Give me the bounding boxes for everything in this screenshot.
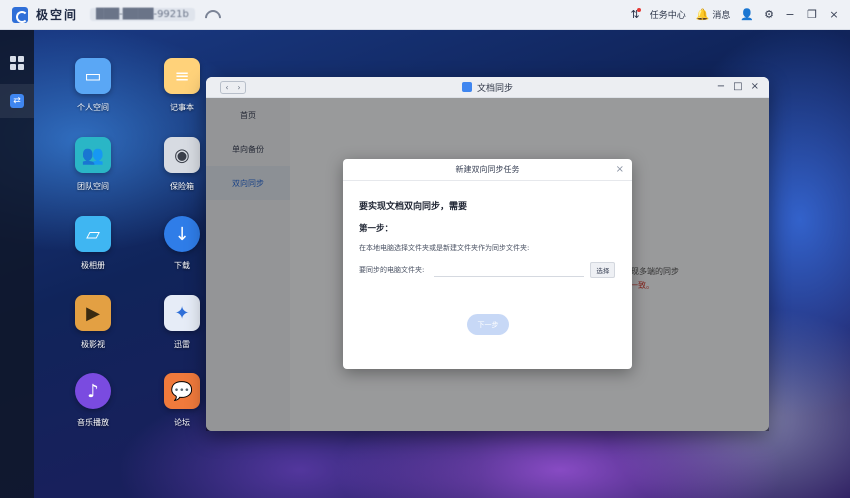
restore-button[interactable]: ❐ bbox=[806, 8, 818, 21]
device-id: ███-████-9921b bbox=[90, 8, 195, 21]
music-note-icon: ♪ bbox=[75, 373, 111, 409]
safe-icon: ◉ bbox=[164, 137, 200, 173]
notepad-icon: ≡ bbox=[164, 58, 200, 94]
app-grid-button[interactable] bbox=[0, 46, 34, 80]
desktop-icon-personal-space[interactable]: ▭ 个人空间 bbox=[58, 58, 128, 113]
forward-button[interactable]: › bbox=[233, 82, 245, 93]
window-titlebar: ‹ › 文档同步 − □ × bbox=[206, 77, 769, 98]
dialog-header: 新建双向同步任务 × bbox=[343, 159, 632, 181]
desktop-icon-photo-album[interactable]: ▱ 极相册 bbox=[58, 216, 128, 271]
wifi-icon bbox=[205, 10, 217, 20]
app-grid-icon bbox=[10, 56, 24, 70]
close-button[interactable]: × bbox=[828, 8, 840, 21]
window-title: 文档同步 bbox=[476, 83, 513, 94]
team-folder-icon: 👥 bbox=[75, 137, 111, 173]
folder-path-input[interactable] bbox=[434, 263, 585, 277]
app-logo-icon bbox=[12, 6, 28, 23]
folder-icon: ▭ bbox=[75, 58, 111, 94]
step-description: 在本地电脑选择文件夹或是新建文件夹作为同步文件夹: bbox=[359, 244, 530, 252]
gear-icon[interactable]: ⚙ bbox=[764, 9, 774, 20]
desktop-icon-music[interactable]: ♪ 音乐播放 bbox=[58, 373, 128, 428]
left-dock: ⇄ bbox=[0, 30, 34, 498]
folder-field-label: 要同步的电脑文件夹: bbox=[359, 266, 425, 274]
back-button[interactable]: ‹ bbox=[221, 82, 233, 93]
messages-button[interactable]: 🔔 消息 bbox=[696, 8, 731, 21]
xunlei-bird-icon: ✦ bbox=[164, 295, 200, 331]
photo-album-icon: ▱ bbox=[75, 216, 111, 252]
notification-dot bbox=[636, 7, 641, 12]
forum-chat-icon: 💬 bbox=[164, 373, 200, 409]
new-two-way-sync-dialog: 新建双向同步任务 × 要实现文档双向同步，需要 第一步： 在本地电脑选择文件夹或… bbox=[343, 159, 632, 369]
task-center-label: 任务中心 bbox=[649, 11, 686, 21]
task-center-button[interactable]: ⇅ 任务中心 bbox=[630, 7, 686, 21]
bell-icon: 🔔 bbox=[695, 8, 710, 21]
next-step-button[interactable]: 下一步 bbox=[467, 314, 509, 335]
nav-buttons: ‹ › bbox=[220, 81, 246, 94]
desktop-icon-team-space[interactable]: 👥 团队空间 bbox=[58, 137, 128, 192]
doc-sync-icon: ⇄ bbox=[10, 94, 24, 108]
window-maximize-button[interactable]: □ bbox=[733, 81, 742, 92]
top-bar: 极空间 ███-████-9921b ⇅ 任务中心 🔔 消息 👤 ⚙ − ❐ × bbox=[0, 0, 850, 30]
minimize-button[interactable]: − bbox=[784, 8, 796, 21]
dialog-close-icon[interactable]: × bbox=[616, 164, 624, 175]
download-globe-icon: ↓ bbox=[164, 216, 200, 252]
dialog-title: 新建双向同步任务 bbox=[455, 165, 520, 174]
video-icon: ▶ bbox=[75, 295, 111, 331]
doc-sync-title-icon bbox=[461, 82, 472, 92]
step-label: 第一步： bbox=[359, 224, 394, 234]
window-close-button[interactable]: × bbox=[751, 81, 759, 92]
window-minimize-button[interactable]: − bbox=[717, 81, 725, 92]
brand-name: 极空间 bbox=[36, 8, 79, 22]
choose-folder-button[interactable]: 选择 bbox=[590, 262, 616, 278]
user-icon[interactable]: 👤 bbox=[740, 9, 754, 20]
messages-label: 消息 bbox=[712, 11, 731, 21]
doc-sync-dock-button[interactable]: ⇄ bbox=[0, 84, 34, 118]
dialog-heading: 要实现文档双向同步，需要 bbox=[359, 202, 468, 212]
desktop-icon-video[interactable]: ▶ 极影视 bbox=[58, 295, 128, 350]
